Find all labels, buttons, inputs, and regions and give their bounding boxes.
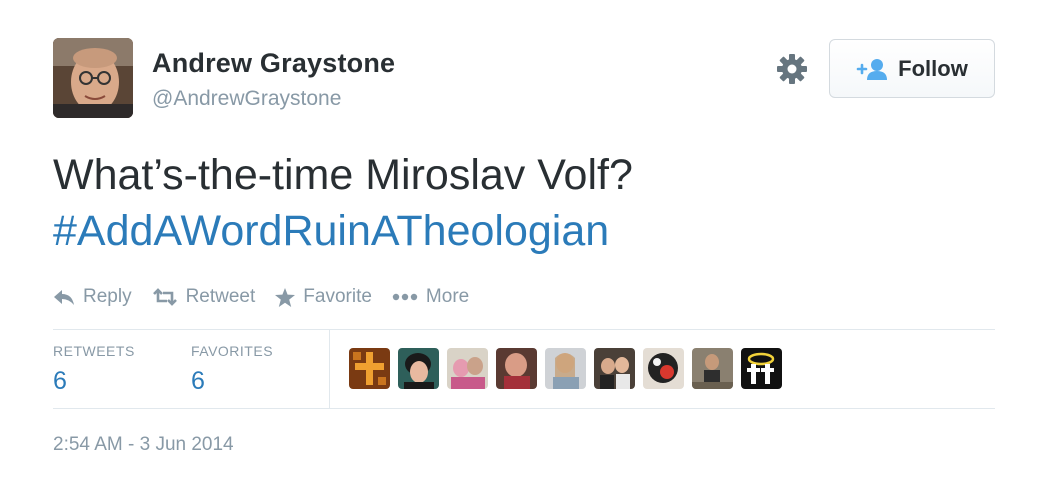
- avatar[interactable]: [692, 348, 733, 389]
- reply-label: Reply: [83, 286, 132, 307]
- retweets-count: 6: [53, 367, 67, 395]
- avatar[interactable]: [594, 348, 635, 389]
- hashtag-link[interactable]: #AddAWordRuinATheologian: [53, 203, 953, 259]
- tweet-timestamp[interactable]: 2:54 AM - 3 Jun 2014: [53, 434, 234, 456]
- reply-button[interactable]: Reply: [53, 286, 132, 308]
- divider-top: [53, 329, 995, 330]
- follow-button-label: Follow: [898, 55, 968, 81]
- add-user-icon: [856, 57, 888, 81]
- favorites-stat[interactable]: FAVORITES 6: [191, 343, 273, 396]
- favorites-label: FAVORITES: [191, 343, 274, 359]
- tweet-text: What’s-the-time Miroslav Volf? #AddAWord…: [53, 147, 953, 259]
- stats-divider: [329, 330, 330, 408]
- retweet-icon: [152, 288, 177, 306]
- more-label: More: [425, 286, 470, 307]
- gear-icon[interactable]: [775, 52, 809, 86]
- retweets-stat[interactable]: RETWEETS 6: [53, 343, 135, 396]
- tweet-body: What’s-the-time Miroslav Volf?: [53, 151, 633, 199]
- avatar[interactable]: [398, 348, 439, 389]
- favorite-label: Favorite: [303, 286, 372, 307]
- avatar[interactable]: [545, 348, 586, 389]
- avatar[interactable]: [741, 348, 782, 389]
- author-name[interactable]: Andrew Graystone: [152, 48, 395, 79]
- retweet-button[interactable]: Retweet: [152, 286, 256, 308]
- divider-bottom: [53, 408, 995, 409]
- avatar[interactable]: [447, 348, 488, 389]
- favorite-button[interactable]: Favorite: [275, 286, 372, 308]
- retweet-label: Retweet: [185, 286, 256, 307]
- more-dots-icon: [392, 293, 418, 301]
- favorites-count: 6: [191, 367, 205, 395]
- avatar[interactable]: [643, 348, 684, 389]
- avatar[interactable]: [496, 348, 537, 389]
- avatar[interactable]: [349, 348, 390, 389]
- author-handle[interactable]: @AndrewGraystone: [152, 87, 341, 111]
- author-avatar[interactable]: [53, 38, 133, 118]
- star-icon: [275, 287, 296, 307]
- favoriter-avatars: [349, 348, 782, 389]
- follow-button[interactable]: Follow: [829, 39, 995, 98]
- reply-icon: [54, 290, 74, 305]
- more-button[interactable]: More: [392, 286, 469, 308]
- tweet-actions: Reply Retweet Favorite More: [53, 282, 469, 312]
- retweets-label: RETWEETS: [53, 343, 135, 359]
